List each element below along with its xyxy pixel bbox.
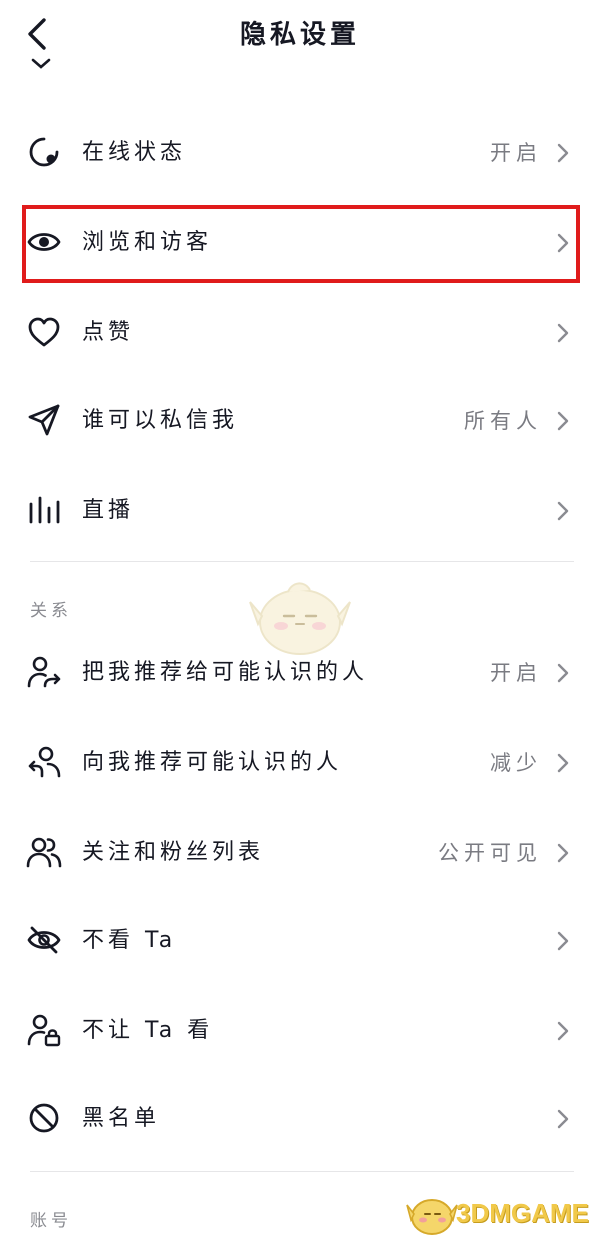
row-follow-fans-list[interactable]: 关注和粉丝列表 公开可见: [0, 808, 600, 898]
row-label: 不让 Ta 看: [82, 1018, 214, 1043]
mascot-logo-icon: [406, 1199, 458, 1235]
partial-icon: [31, 58, 51, 69]
chevron-right-icon: [557, 1021, 569, 1041]
chevron-right-icon: [557, 233, 569, 253]
row-label: 浏览和访客: [82, 230, 213, 255]
row-label: 向我推荐可能认识的人: [82, 750, 343, 775]
partial-row[interactable]: [0, 52, 600, 82]
eye-off-icon: [27, 926, 61, 954]
eye-icon: [27, 233, 61, 251]
row-label: 谁可以私信我: [82, 408, 239, 433]
users-icon: [26, 837, 62, 868]
row-label: 不看 Ta: [82, 928, 177, 953]
row-not-see-ta[interactable]: 不看 Ta: [0, 896, 600, 986]
user-lock-icon: [27, 1014, 61, 1047]
chevron-right-icon: [557, 143, 569, 163]
chevron-right-icon: [557, 663, 569, 683]
user-share-icon: [27, 656, 61, 688]
online-status-icon: [29, 137, 59, 167]
block-icon: [29, 1103, 59, 1133]
row-value: 开启: [490, 141, 542, 165]
chevron-right-icon: [557, 843, 569, 863]
section-title-account: 账号: [30, 1211, 72, 1231]
row-blacklist[interactable]: 黑名单: [0, 1074, 600, 1164]
chevron-right-icon: [557, 753, 569, 773]
row-value: 公开可见: [438, 841, 542, 865]
watermark-text: 3DMGAME: [456, 1198, 589, 1228]
paper-plane-icon: [28, 404, 60, 436]
row-label: 在线状态: [82, 140, 187, 165]
page-title: 隐私设置: [239, 20, 360, 50]
row-live[interactable]: 直播: [0, 466, 600, 556]
live-bars-icon: [29, 496, 60, 524]
chevron-right-icon: [557, 323, 569, 343]
row-label: 点赞: [82, 320, 135, 345]
chevron-right-icon: [557, 931, 569, 951]
user-recommend-icon: [28, 746, 61, 778]
heart-icon: [28, 317, 60, 347]
row-likes[interactable]: 点赞: [0, 288, 600, 378]
row-who-can-message[interactable]: 谁可以私信我 所有人: [0, 376, 600, 466]
chevron-right-icon: [557, 1109, 569, 1129]
section-title-relation: 关系: [30, 601, 72, 621]
mascot-watermark-icon: [249, 582, 351, 655]
divider: [30, 561, 574, 562]
row-label: 黑名单: [82, 1106, 161, 1131]
chevron-right-icon: [557, 501, 569, 521]
chevron-right-icon: [557, 411, 569, 431]
row-views-visitors[interactable]: 浏览和访客: [0, 198, 600, 288]
row-not-let-ta-see[interactable]: 不让 Ta 看: [0, 986, 600, 1076]
row-label: 关注和粉丝列表: [82, 840, 265, 865]
row-label: 直播: [82, 498, 135, 523]
row-value: 所有人: [464, 409, 542, 433]
row-value: 开启: [490, 661, 542, 685]
row-recommend-to-me[interactable]: 向我推荐可能认识的人 减少: [0, 718, 600, 808]
row-value: 减少: [490, 751, 542, 775]
row-online-status[interactable]: 在线状态 开启: [0, 108, 600, 198]
divider: [30, 1171, 574, 1172]
watermark: 3DMGAME: [404, 1188, 600, 1240]
